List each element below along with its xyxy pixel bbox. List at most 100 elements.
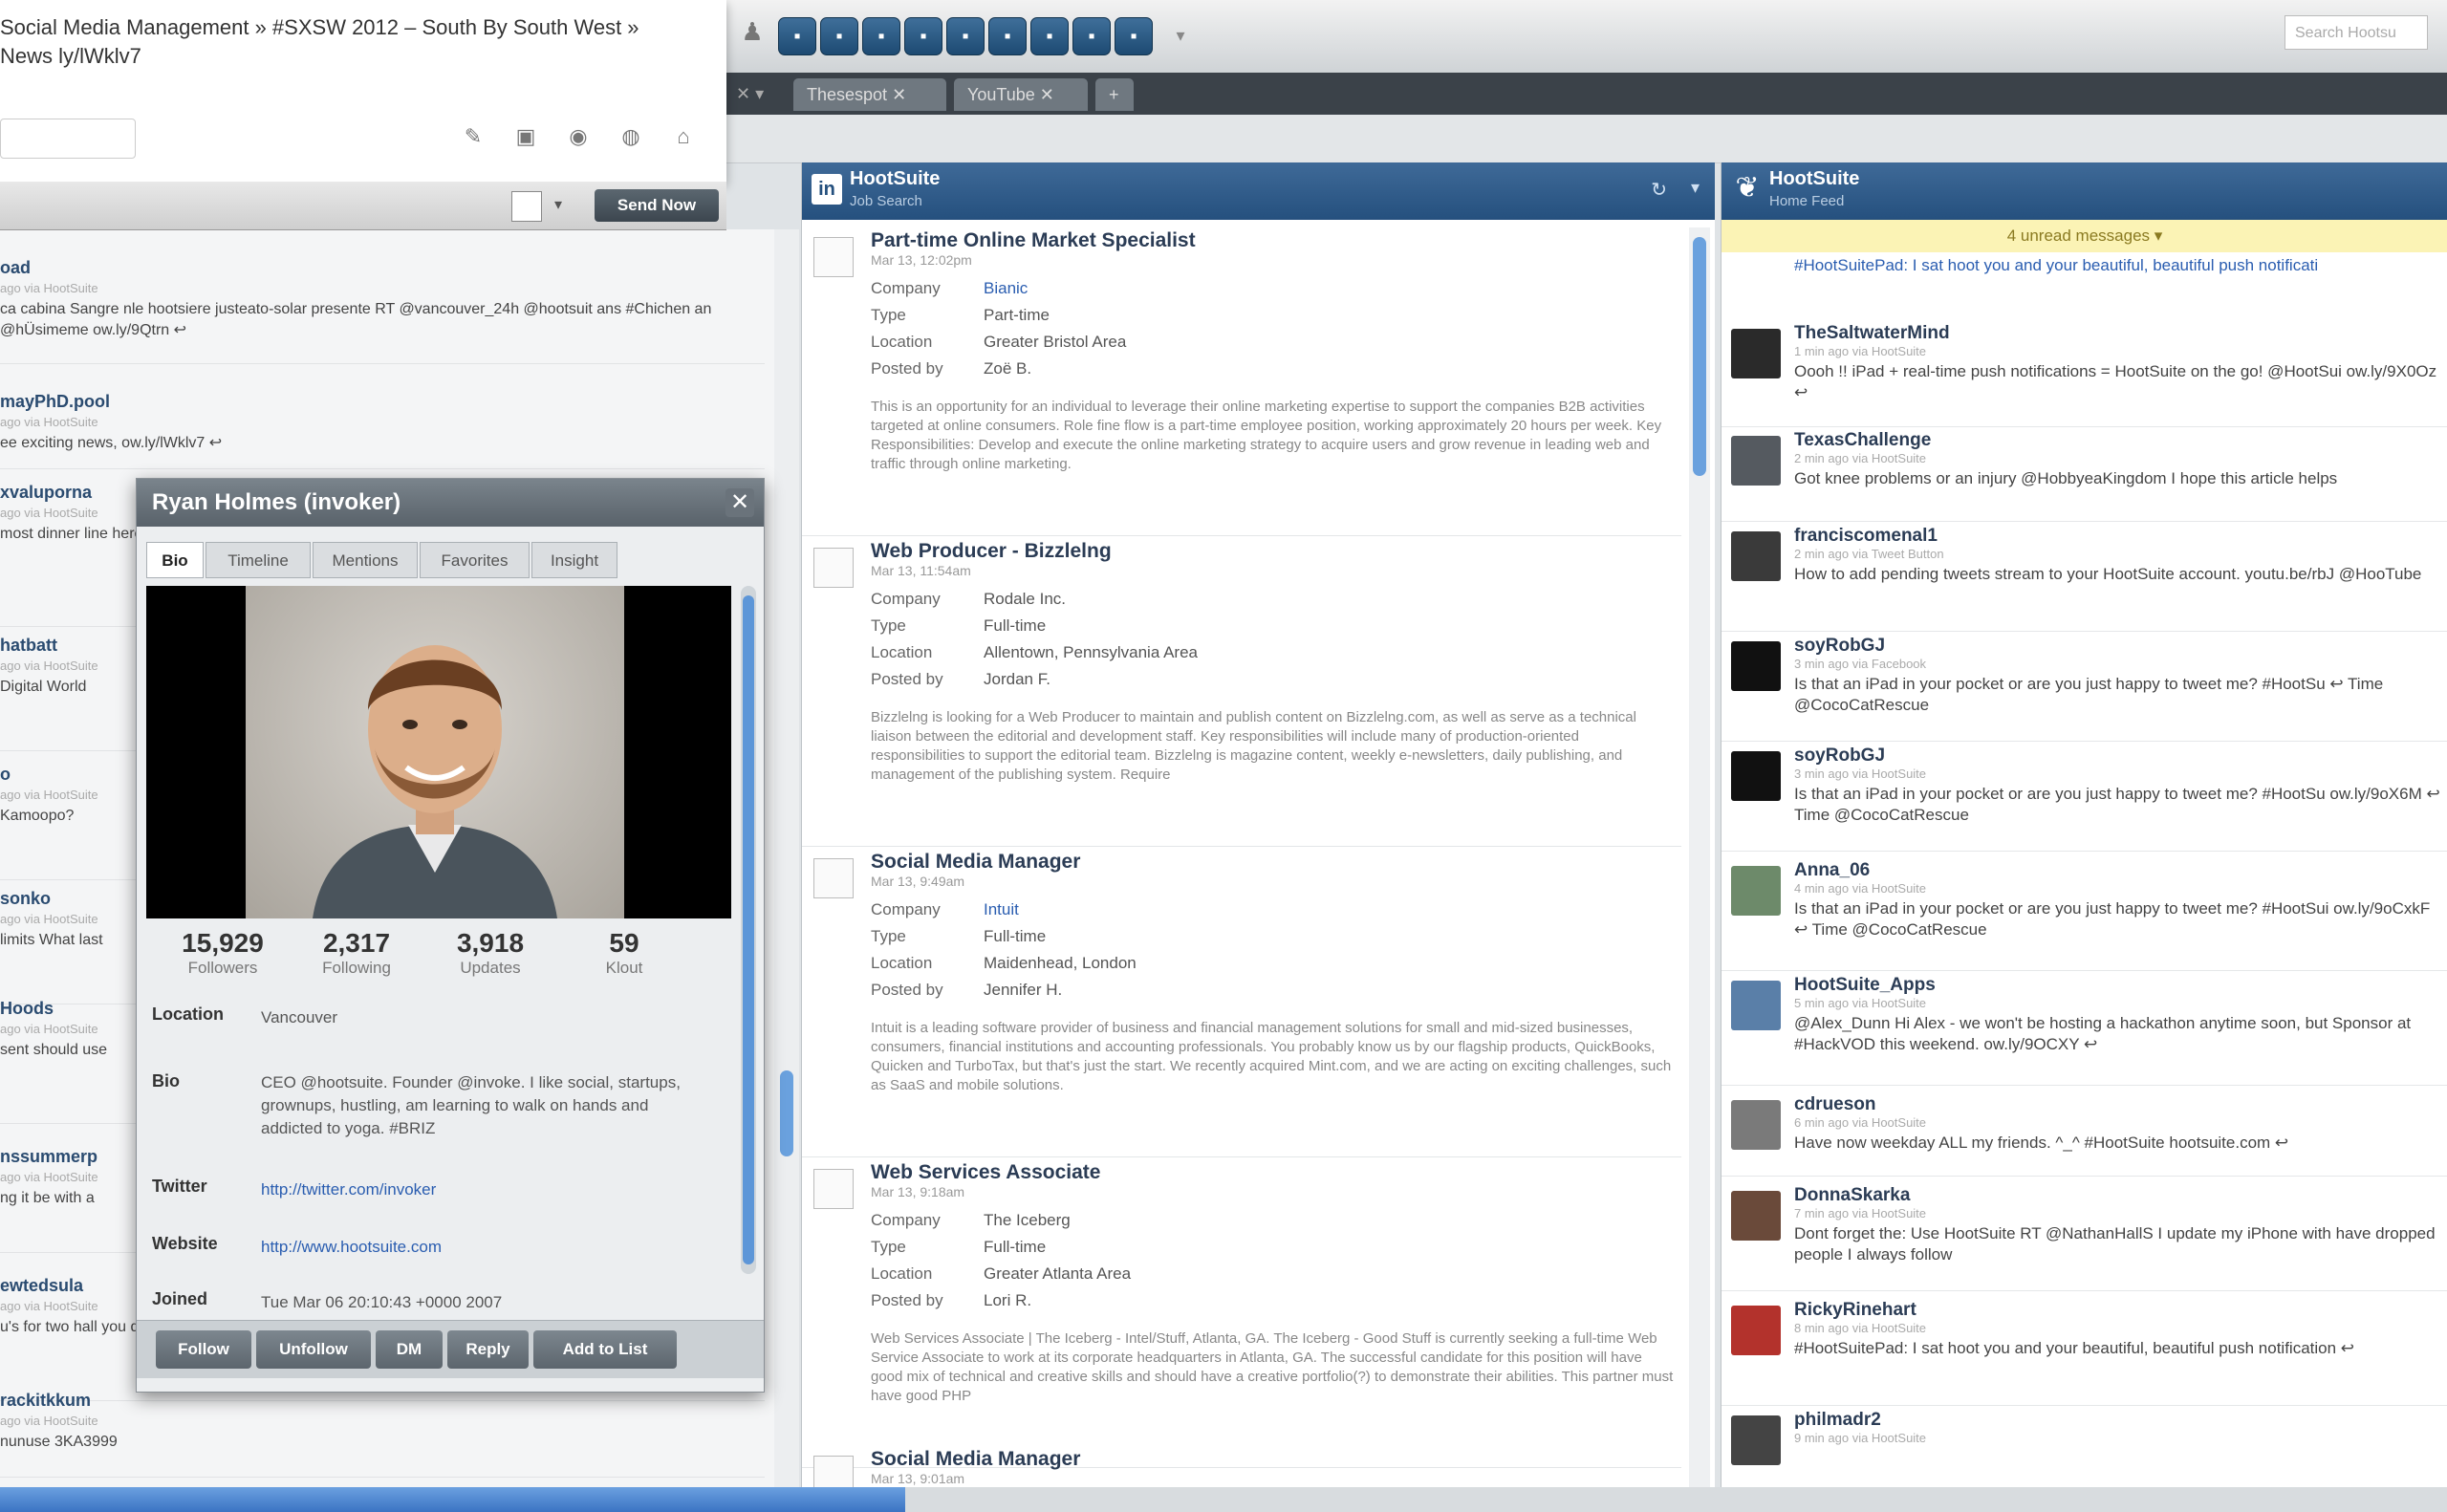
- company-value[interactable]: Rodale Inc.: [984, 590, 1066, 609]
- job-item[interactable]: Social Media Manager Mar 13, 9:49am Comp…: [802, 851, 1681, 1157]
- picture-icon[interactable]: ▣: [511, 124, 540, 153]
- avatar[interactable]: [1731, 1306, 1781, 1355]
- tweet-user[interactable]: oad: [0, 258, 765, 278]
- job-title[interactable]: Web Services Associate: [871, 1161, 1100, 1184]
- tweet[interactable]: rackitkkum ago via HootSuite nunuse 3KA3…: [0, 1391, 765, 1478]
- job-item[interactable]: Web Services Associate Mar 13, 9:18am Co…: [802, 1161, 1681, 1468]
- tab-favorites[interactable]: Favorites: [420, 542, 530, 578]
- tweet[interactable]: TexasChallenge 2 min ago via HootSuite G…: [1722, 430, 2447, 522]
- tweet-user[interactable]: RickyRinehart: [1794, 1300, 1916, 1321]
- tweet-user[interactable]: HootSuite_Apps: [1794, 975, 1936, 996]
- tweet[interactable]: franciscomenal1 2 min ago via Tweet Butt…: [1722, 526, 2447, 632]
- avatar[interactable]: [1731, 1191, 1781, 1241]
- tab-insight[interactable]: Insight: [531, 542, 617, 578]
- tweet[interactable]: soyRobGJ 3 min ago via HootSuite Is that…: [1722, 745, 2447, 852]
- follow-button[interactable]: Follow: [156, 1330, 251, 1369]
- account-avatar-icon[interactable]: ▪: [988, 17, 1027, 55]
- account-avatar-icon[interactable]: ▪: [1072, 17, 1111, 55]
- profile-scrollbar[interactable]: [741, 586, 756, 1274]
- tab-thesespot[interactable]: Thesespot ✕: [793, 78, 946, 111]
- send-now-button[interactable]: Send Now: [595, 189, 719, 222]
- avatar[interactable]: [1731, 641, 1781, 691]
- shortener-field[interactable]: [0, 119, 136, 159]
- job-title[interactable]: Web Producer - Bizzlelng: [871, 540, 1112, 563]
- account-avatar-icon[interactable]: ▪: [904, 17, 942, 55]
- tab-bio[interactable]: Bio: [146, 542, 204, 578]
- horizontal-scrollbar-thumb[interactable]: [0, 1487, 906, 1512]
- followers-stat[interactable]: 15,929 Followers: [165, 928, 280, 978]
- tweet[interactable]: Anna_06 4 min ago via HootSuite Is that …: [1722, 860, 2447, 971]
- unread-messages-banner[interactable]: 4 unread messages ▾: [1722, 220, 2447, 252]
- tweet-user[interactable]: TexasChallenge: [1794, 430, 1931, 451]
- job-checkbox[interactable]: [813, 858, 854, 898]
- tab-timeline[interactable]: Timeline: [206, 542, 311, 578]
- tweet-user[interactable]: philmadr2: [1794, 1410, 1881, 1431]
- job-title[interactable]: Social Media Manager: [871, 851, 1080, 874]
- tweet[interactable]: soyRobGJ 3 min ago via Facebook Is that …: [1722, 636, 2447, 742]
- job-title[interactable]: Social Media Manager: [871, 1448, 1080, 1471]
- company-value[interactable]: Intuit: [984, 900, 1019, 919]
- scrollbar-thumb[interactable]: [780, 1070, 793, 1156]
- tweet[interactable]: philmadr2 9 min ago via HootSuite: [1722, 1410, 2447, 1486]
- paperclip-icon[interactable]: ✎: [459, 124, 487, 153]
- account-avatar-icon[interactable]: ▪: [1030, 17, 1069, 55]
- tweet-user[interactable]: Anna_06: [1794, 860, 1870, 881]
- schedule-icon[interactable]: [511, 191, 542, 222]
- tweet[interactable]: oad ago via HootSuite ca cabina Sangre n…: [0, 258, 765, 364]
- location-icon[interactable]: ◉: [564, 124, 593, 153]
- scrollbar-thumb[interactable]: [1693, 237, 1706, 476]
- following-stat[interactable]: 2,317 Following: [299, 928, 414, 978]
- company-value[interactable]: The Iceberg: [984, 1211, 1071, 1230]
- scrollbar-thumb[interactable]: [743, 595, 754, 1264]
- avatar[interactable]: [1731, 436, 1781, 486]
- tweet[interactable]: cdrueson 6 min ago via HootSuite Have no…: [1722, 1094, 2447, 1177]
- tweet[interactable]: DonnaSkarka 7 min ago via HootSuite Dont…: [1722, 1185, 2447, 1291]
- job-checkbox[interactable]: [813, 548, 854, 588]
- compose-message-text[interactable]: Social Media Management » #SXSW 2012 – S…: [0, 13, 650, 71]
- add-tab-button[interactable]: +: [1095, 78, 1134, 111]
- avatar[interactable]: [1731, 531, 1781, 581]
- company-value[interactable]: Bianic: [984, 279, 1028, 298]
- tab-youtube[interactable]: YouTube ✕: [954, 78, 1088, 111]
- search-input[interactable]: Search Hootsu: [2285, 15, 2428, 50]
- avatar[interactable]: [1731, 329, 1781, 378]
- avatar[interactable]: [1731, 751, 1781, 801]
- job-checkbox[interactable]: [813, 237, 854, 277]
- website-link[interactable]: http://www.hootsuite.com: [261, 1238, 442, 1256]
- job-title[interactable]: Part-time Online Market Specialist: [871, 229, 1196, 252]
- tweet-user[interactable]: TheSaltwaterMind: [1794, 323, 1950, 344]
- chevron-down-icon[interactable]: ▾: [1691, 178, 1700, 198]
- middle-stream-scrollbar[interactable]: [1689, 227, 1710, 1499]
- add-to-list-button[interactable]: Add to List: [533, 1330, 677, 1369]
- tweet-user[interactable]: DonnaSkarka: [1794, 1185, 1910, 1206]
- left-stream-scrollbar[interactable]: [774, 229, 799, 1487]
- tweet[interactable]: HootSuite_Apps 5 min ago via HootSuite @…: [1722, 975, 2447, 1086]
- tweet-user[interactable]: soyRobGJ: [1794, 636, 1885, 657]
- reply-button[interactable]: Reply: [447, 1330, 529, 1369]
- globe-icon[interactable]: ◍: [617, 124, 645, 153]
- chevron-down-icon[interactable]: ▾: [1166, 17, 1195, 54]
- twitter-link[interactable]: http://twitter.com/invoker: [261, 1180, 436, 1199]
- tweet-user[interactable]: rackitkkum: [0, 1391, 765, 1411]
- avatar[interactable]: [1731, 866, 1781, 916]
- tweet[interactable]: RickyRinehart 8 min ago via HootSuite #H…: [1722, 1300, 2447, 1406]
- account-avatar-icon[interactable]: ▪: [1115, 17, 1153, 55]
- updates-stat[interactable]: 3,918 Updates: [433, 928, 548, 978]
- user-icon[interactable]: ♟: [736, 17, 769, 54]
- chevron-down-icon[interactable]: ▾: [554, 195, 562, 214]
- tweet[interactable]: TheSaltwaterMind 1 min ago via HootSuite…: [1722, 323, 2447, 427]
- avatar[interactable]: [1731, 981, 1781, 1030]
- account-avatar-icon[interactable]: ▪: [778, 17, 816, 55]
- tab-mentions[interactable]: Mentions: [313, 542, 418, 578]
- job-checkbox[interactable]: [813, 1169, 854, 1209]
- close-icon[interactable]: ✕: [725, 488, 754, 517]
- job-item[interactable]: Web Producer - Bizzlelng Mar 13, 11:54am…: [802, 540, 1681, 847]
- account-avatar-icon[interactable]: ▪: [820, 17, 858, 55]
- tweet-user[interactable]: franciscomenal1: [1794, 526, 1938, 547]
- klout-stat[interactable]: 59 Klout: [567, 928, 682, 978]
- job-item[interactable]: Part-time Online Market Specialist Mar 1…: [802, 229, 1681, 536]
- collapse-icon[interactable]: ✕ ▾: [736, 84, 764, 104]
- refresh-icon[interactable]: ↻: [1651, 178, 1667, 202]
- tweet[interactable]: mayPhD.pool ago via HootSuite ee excitin…: [0, 392, 765, 469]
- tweet-user[interactable]: cdrueson: [1794, 1094, 1876, 1115]
